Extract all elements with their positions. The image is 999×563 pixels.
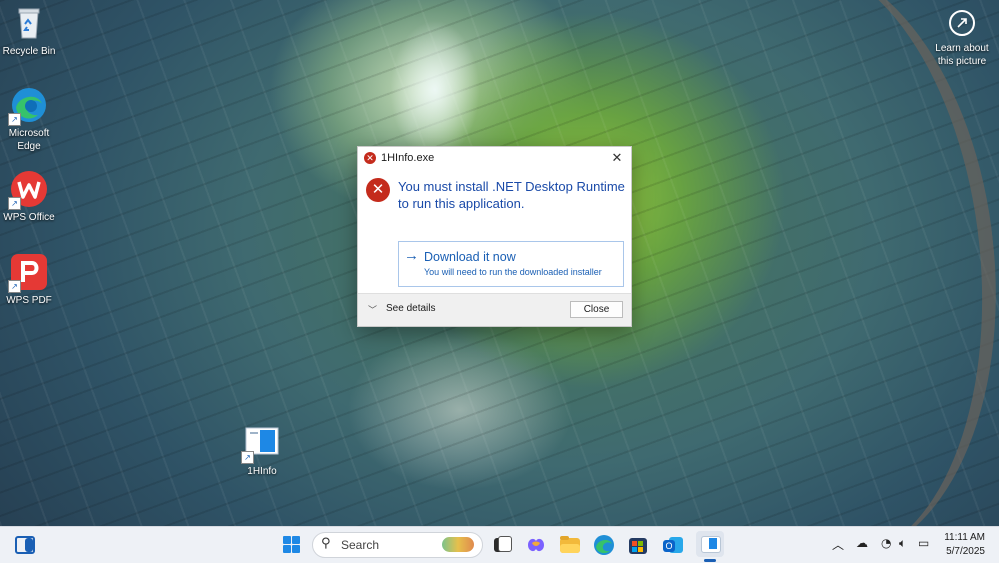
battery-icon[interactable]: ▭: [918, 536, 929, 550]
learn-about-label: Learn about this picture: [935, 43, 989, 67]
1hinfo-file-icon: ↗: [241, 424, 281, 464]
onedrive-icon[interactable]: ☁: [856, 536, 868, 550]
outlook-icon[interactable]: O: [661, 533, 685, 557]
download-button[interactable]: → Download it now You will need to run t…: [398, 241, 624, 287]
taskbar: ⚲ Search O ︿ ☁ ◔ 🔈︎ ▭ 11:11 AM 5/7/2025: [0, 526, 999, 563]
desktop-icon-label: 1HInfo: [247, 466, 277, 477]
edge-icon[interactable]: [592, 533, 616, 557]
desktop-icon-label: WPS PDF: [6, 295, 52, 306]
close-button[interactable]: Close: [570, 301, 623, 318]
edge-icon: ↗: [8, 86, 48, 126]
volume-icon[interactable]: 🔈︎: [899, 536, 906, 551]
desktop-icon-edge[interactable]: ↗ Microsoft Edge: [0, 86, 61, 153]
shortcut-arrow-icon: ↗: [241, 451, 254, 464]
shortcut-arrow-icon: ↗: [8, 113, 21, 126]
file-explorer-icon[interactable]: [558, 533, 582, 557]
error-small-icon: ✕: [364, 152, 376, 164]
see-details-toggle[interactable]: See details: [386, 303, 435, 314]
1hinfo-app-icon[interactable]: [696, 531, 724, 557]
search-placeholder: Search: [341, 538, 380, 552]
recycle-bin-icon: [10, 4, 48, 42]
clock[interactable]: 11:11 AM 5/7/2025: [944, 531, 985, 559]
desktop-icon-1hinfo[interactable]: ↗ 1HInfo: [230, 424, 294, 478]
close-icon[interactable]: ✕: [609, 150, 625, 166]
clock-time: 11:11 AM: [944, 532, 985, 543]
dialog-title: 1HInfo.exe: [381, 152, 435, 164]
copilot-icon[interactable]: [524, 533, 548, 557]
wps-office-icon: ↗: [8, 170, 48, 210]
shortcut-arrow-icon: ↗: [8, 197, 21, 210]
search-icon: ⚲: [321, 536, 331, 551]
search-highlight-icon: [442, 537, 474, 552]
error-dialog: ✕ 1HInfo.exe ✕ ✕ You must install .NET D…: [357, 146, 632, 327]
wifi-icon[interactable]: ◔: [881, 536, 891, 550]
search-box[interactable]: ⚲ Search: [312, 532, 483, 558]
clock-date: 5/7/2025: [946, 546, 985, 557]
learn-about-picture[interactable]: Learn about this picture: [930, 8, 994, 68]
desktop-icon-wps-pdf[interactable]: ↗ WPS PDF: [0, 253, 61, 307]
chevron-up-icon[interactable]: ︿: [832, 536, 844, 553]
start-icon[interactable]: [280, 533, 304, 557]
task-view-icon[interactable]: [490, 533, 514, 557]
camera-info-icon: [949, 10, 975, 36]
download-note: You will need to run the downloaded inst…: [424, 267, 602, 277]
desktop-icon-label: Microsoft Edge: [8, 128, 50, 152]
error-message: You must install .NET Desktop Runtime to…: [398, 179, 625, 211]
error-icon: ✕: [366, 178, 390, 202]
wps-pdf-icon: ↗: [8, 253, 48, 293]
wallpaper-sky: [390, 20, 480, 160]
download-title: Download it now: [424, 250, 516, 264]
chevron-down-icon[interactable]: ﹀: [368, 303, 377, 316]
widgets-icon[interactable]: [13, 533, 37, 557]
desktop-icon-label: WPS Office: [3, 212, 55, 223]
arrow-right-icon: →: [404, 247, 419, 264]
desktop-icon-label: Recycle Bin: [2, 46, 56, 57]
store-icon[interactable]: [626, 533, 650, 557]
desktop-icon-recycle-bin[interactable]: Recycle Bin: [0, 4, 61, 58]
shortcut-arrow-icon: ↗: [8, 280, 21, 293]
desktop-icon-wps-office[interactable]: ↗ WPS Office: [0, 170, 61, 224]
dialog-footer: ﹀ See details Close: [358, 293, 631, 326]
dialog-titlebar[interactable]: ✕ 1HInfo.exe ✕: [358, 147, 631, 169]
